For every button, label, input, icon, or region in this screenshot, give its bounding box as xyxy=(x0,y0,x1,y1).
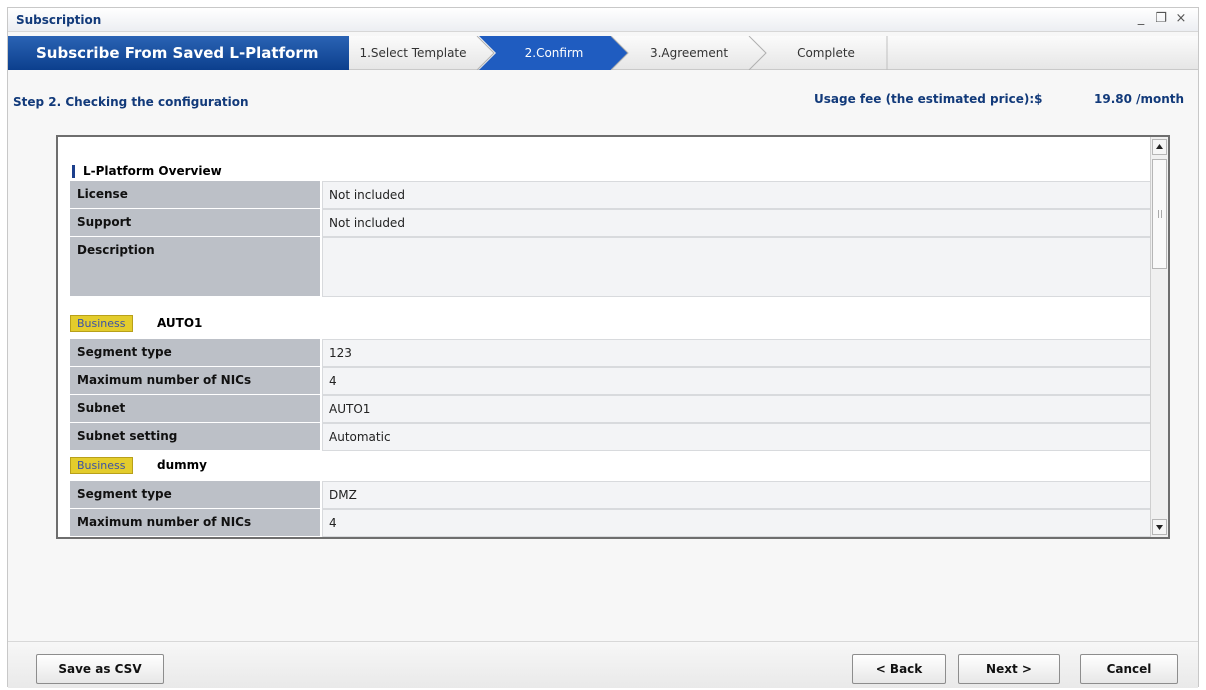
business-badge: Business xyxy=(70,457,133,474)
row-value: Automatic xyxy=(322,423,1152,451)
configuration-panel[interactable]: L-Platform Overview License Not included… xyxy=(56,135,1170,539)
segment-name: dummy xyxy=(157,458,207,472)
step-complete[interactable]: Complete xyxy=(766,36,886,70)
scroll-up-icon xyxy=(1156,144,1163,149)
row-key: Maximum number of NICs xyxy=(70,367,320,395)
segment-heading: Business dummy xyxy=(70,455,1150,477)
scrollbar-thumb[interactable] xyxy=(1152,159,1167,269)
wizard-bar: Subscribe From Saved L-Platform 1.Select… xyxy=(8,36,1198,70)
overview-heading: L-Platform Overview xyxy=(70,161,1150,183)
vertical-scrollbar[interactable] xyxy=(1150,137,1168,537)
step-heading: Step 2. Checking the configuration xyxy=(13,95,249,109)
next-button[interactable]: Next > xyxy=(958,654,1060,684)
step-select-template[interactable]: 1.Select Template xyxy=(349,36,477,70)
cancel-button[interactable]: Cancel xyxy=(1080,654,1178,684)
overview-heading-text: L-Platform Overview xyxy=(83,164,222,178)
segment-heading: Business AUTO1 xyxy=(70,313,1150,335)
table-row: Segment type DMZ xyxy=(70,481,1152,509)
row-key: Segment type xyxy=(70,339,320,367)
title-bar: Subscription _ ❐ × xyxy=(8,8,1198,32)
row-value: DMZ xyxy=(322,481,1152,509)
minimize-icon[interactable]: _ xyxy=(1132,10,1150,28)
row-key: License xyxy=(70,181,320,209)
subscription-window: Subscription _ ❐ × Subscribe From Saved … xyxy=(7,7,1199,688)
row-key: Subnet setting xyxy=(70,423,320,451)
row-value: Not included xyxy=(322,181,1152,209)
configuration-scroll-area: L-Platform Overview License Not included… xyxy=(58,137,1152,537)
row-key: Subnet xyxy=(70,395,320,423)
step-confirm[interactable]: 2.Confirm xyxy=(494,36,614,70)
scroll-down-icon xyxy=(1156,525,1163,530)
table-row: Subnet setting Automatic xyxy=(70,423,1152,451)
row-value: AUTO1 xyxy=(322,395,1152,423)
grip-icon xyxy=(1158,210,1162,218)
back-button[interactable]: < Back xyxy=(852,654,946,684)
table-row: Maximum number of NICs 4 xyxy=(70,367,1152,395)
row-key: Maximum number of NICs xyxy=(70,509,320,537)
scroll-up-button[interactable] xyxy=(1152,139,1167,155)
row-value: 4 xyxy=(322,509,1152,537)
business-badge: Business xyxy=(70,315,133,332)
table-row: Maximum number of NICs 4 xyxy=(70,509,1152,537)
row-value: Not included xyxy=(322,209,1152,237)
row-key: Support xyxy=(70,209,320,237)
row-value: 4 xyxy=(322,367,1152,395)
table-row: Segment type 123 xyxy=(70,339,1152,367)
usage-fee-value: 19.80 /month xyxy=(1094,92,1185,106)
table-row: Description xyxy=(70,237,1152,297)
step-agreement[interactable]: 3.Agreement xyxy=(628,36,750,70)
restore-icon[interactable]: ❐ xyxy=(1152,10,1170,28)
wizard-steps: 1.Select Template 2.Confirm 3.Agreement … xyxy=(349,36,889,70)
table-row: License Not included xyxy=(70,181,1152,209)
row-key: Segment type xyxy=(70,481,320,509)
usage-fee-label: Usage fee (the estimated price):$ xyxy=(814,92,1043,106)
table-row: Subnet AUTO1 xyxy=(70,395,1152,423)
close-icon[interactable]: × xyxy=(1172,10,1190,28)
window-title: Subscription xyxy=(16,13,102,27)
wizard-title: Subscribe From Saved L-Platform xyxy=(8,36,349,70)
row-key: Description xyxy=(70,237,320,297)
row-value xyxy=(322,237,1152,297)
row-value: 123 xyxy=(322,339,1152,367)
scroll-down-button[interactable] xyxy=(1152,519,1167,535)
section-marker xyxy=(72,165,75,178)
save-as-csv-button[interactable]: Save as CSV xyxy=(36,654,164,684)
segment-name: AUTO1 xyxy=(157,316,203,330)
table-row: Support Not included xyxy=(70,209,1152,237)
footer-bar: Save as CSV < Back Next > Cancel xyxy=(8,641,1198,688)
